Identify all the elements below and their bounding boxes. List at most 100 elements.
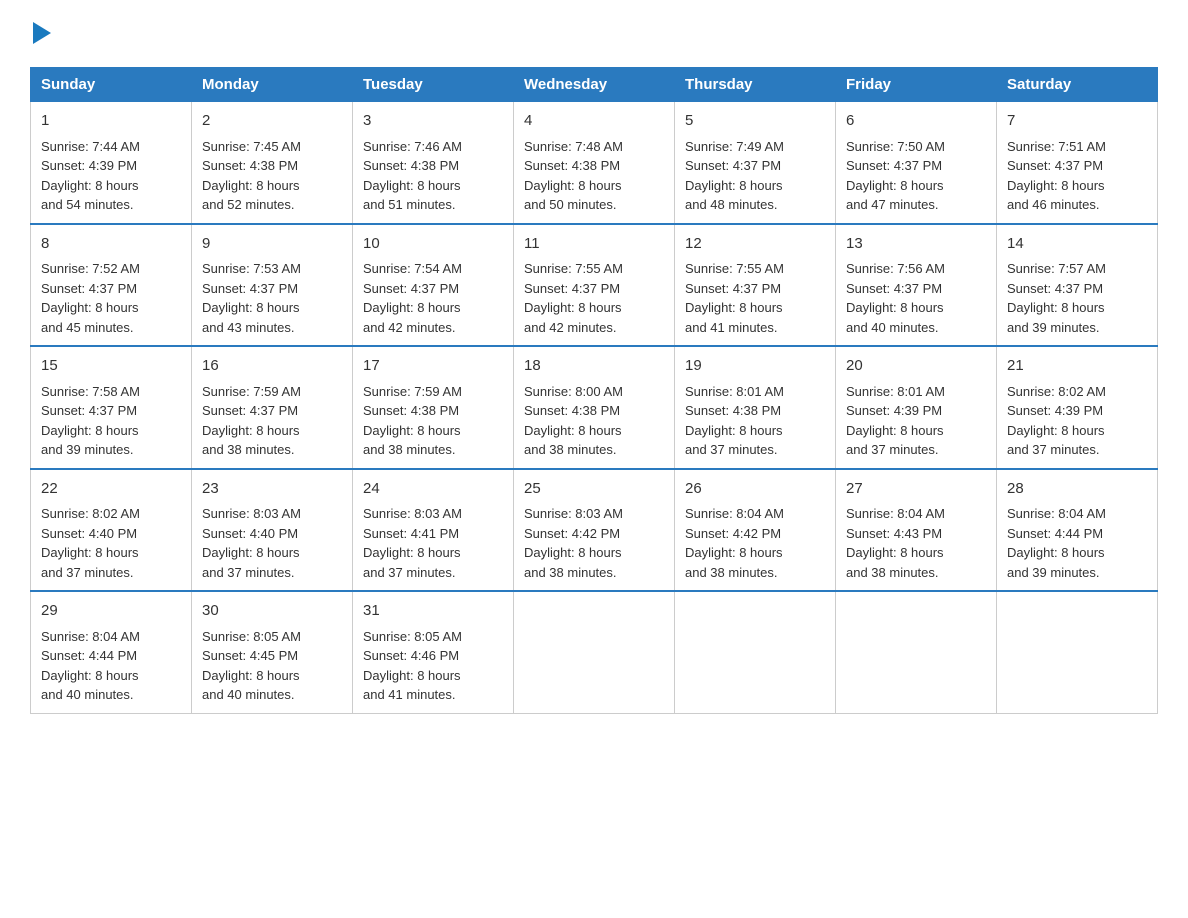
calendar-cell: 23 Sunrise: 8:03 AMSunset: 4:40 PMDaylig…: [192, 469, 353, 592]
day-info: Sunrise: 8:01 AMSunset: 4:38 PMDaylight:…: [685, 384, 784, 458]
day-number: 24: [363, 478, 503, 501]
day-number: 22: [41, 478, 181, 501]
day-number: 30: [202, 600, 342, 623]
calendar-cell: 10 Sunrise: 7:54 AMSunset: 4:37 PMDaylig…: [353, 224, 514, 347]
calendar-cell: 1 Sunrise: 7:44 AMSunset: 4:39 PMDayligh…: [31, 102, 192, 224]
day-info: Sunrise: 8:05 AMSunset: 4:46 PMDaylight:…: [363, 629, 462, 703]
day-info: Sunrise: 7:46 AMSunset: 4:38 PMDaylight:…: [363, 139, 462, 213]
calendar-cell: 7 Sunrise: 7:51 AMSunset: 4:37 PMDayligh…: [997, 102, 1158, 224]
day-info: Sunrise: 7:58 AMSunset: 4:37 PMDaylight:…: [41, 384, 140, 458]
day-info: Sunrise: 7:55 AMSunset: 4:37 PMDaylight:…: [685, 261, 784, 335]
logo-triangle-icon: [33, 22, 51, 44]
calendar-cell: [836, 591, 997, 713]
day-info: Sunrise: 8:04 AMSunset: 4:43 PMDaylight:…: [846, 506, 945, 580]
day-number: 20: [846, 355, 986, 378]
day-info: Sunrise: 7:56 AMSunset: 4:37 PMDaylight:…: [846, 261, 945, 335]
day-number: 2: [202, 110, 342, 133]
day-number: 11: [524, 233, 664, 256]
calendar-cell: 27 Sunrise: 8:04 AMSunset: 4:43 PMDaylig…: [836, 469, 997, 592]
calendar-cell: 8 Sunrise: 7:52 AMSunset: 4:37 PMDayligh…: [31, 224, 192, 347]
day-number: 8: [41, 233, 181, 256]
day-info: Sunrise: 8:03 AMSunset: 4:41 PMDaylight:…: [363, 506, 462, 580]
calendar-cell: 3 Sunrise: 7:46 AMSunset: 4:38 PMDayligh…: [353, 102, 514, 224]
day-info: Sunrise: 7:52 AMSunset: 4:37 PMDaylight:…: [41, 261, 140, 335]
day-info: Sunrise: 8:04 AMSunset: 4:44 PMDaylight:…: [1007, 506, 1106, 580]
calendar-cell: 5 Sunrise: 7:49 AMSunset: 4:37 PMDayligh…: [675, 102, 836, 224]
calendar-header-friday: Friday: [836, 68, 997, 102]
day-info: Sunrise: 7:45 AMSunset: 4:38 PMDaylight:…: [202, 139, 301, 213]
day-info: Sunrise: 8:03 AMSunset: 4:40 PMDaylight:…: [202, 506, 301, 580]
calendar-week-row: 1 Sunrise: 7:44 AMSunset: 4:39 PMDayligh…: [31, 102, 1158, 224]
day-number: 14: [1007, 233, 1147, 256]
day-info: Sunrise: 8:05 AMSunset: 4:45 PMDaylight:…: [202, 629, 301, 703]
calendar-cell: 17 Sunrise: 7:59 AMSunset: 4:38 PMDaylig…: [353, 346, 514, 469]
day-info: Sunrise: 8:04 AMSunset: 4:44 PMDaylight:…: [41, 629, 140, 703]
day-number: 10: [363, 233, 503, 256]
day-info: Sunrise: 7:48 AMSunset: 4:38 PMDaylight:…: [524, 139, 623, 213]
calendar-cell: 20 Sunrise: 8:01 AMSunset: 4:39 PMDaylig…: [836, 346, 997, 469]
day-info: Sunrise: 7:57 AMSunset: 4:37 PMDaylight:…: [1007, 261, 1106, 335]
calendar-cell: 14 Sunrise: 7:57 AMSunset: 4:37 PMDaylig…: [997, 224, 1158, 347]
day-info: Sunrise: 7:59 AMSunset: 4:38 PMDaylight:…: [363, 384, 462, 458]
calendar-week-row: 29 Sunrise: 8:04 AMSunset: 4:44 PMDaylig…: [31, 591, 1158, 713]
day-info: Sunrise: 7:49 AMSunset: 4:37 PMDaylight:…: [685, 139, 784, 213]
calendar-cell: 12 Sunrise: 7:55 AMSunset: 4:37 PMDaylig…: [675, 224, 836, 347]
calendar-cell: 13 Sunrise: 7:56 AMSunset: 4:37 PMDaylig…: [836, 224, 997, 347]
day-number: 7: [1007, 110, 1147, 133]
calendar-cell: 9 Sunrise: 7:53 AMSunset: 4:37 PMDayligh…: [192, 224, 353, 347]
calendar-header-sunday: Sunday: [31, 68, 192, 102]
calendar-cell: 28 Sunrise: 8:04 AMSunset: 4:44 PMDaylig…: [997, 469, 1158, 592]
calendar-cell: 15 Sunrise: 7:58 AMSunset: 4:37 PMDaylig…: [31, 346, 192, 469]
day-number: 5: [685, 110, 825, 133]
day-number: 13: [846, 233, 986, 256]
day-number: 31: [363, 600, 503, 623]
calendar-header-wednesday: Wednesday: [514, 68, 675, 102]
day-number: 19: [685, 355, 825, 378]
day-info: Sunrise: 7:44 AMSunset: 4:39 PMDaylight:…: [41, 139, 140, 213]
calendar-cell: 11 Sunrise: 7:55 AMSunset: 4:37 PMDaylig…: [514, 224, 675, 347]
calendar-cell: 22 Sunrise: 8:02 AMSunset: 4:40 PMDaylig…: [31, 469, 192, 592]
calendar-cell: [675, 591, 836, 713]
calendar-cell: 21 Sunrise: 8:02 AMSunset: 4:39 PMDaylig…: [997, 346, 1158, 469]
calendar-table: SundayMondayTuesdayWednesdayThursdayFrid…: [30, 67, 1158, 714]
day-number: 28: [1007, 478, 1147, 501]
calendar-cell: 31 Sunrise: 8:05 AMSunset: 4:46 PMDaylig…: [353, 591, 514, 713]
day-number: 1: [41, 110, 181, 133]
calendar-cell: 4 Sunrise: 7:48 AMSunset: 4:38 PMDayligh…: [514, 102, 675, 224]
page-header: [30, 20, 1158, 47]
day-info: Sunrise: 8:03 AMSunset: 4:42 PMDaylight:…: [524, 506, 623, 580]
calendar-cell: [514, 591, 675, 713]
day-number: 9: [202, 233, 342, 256]
day-info: Sunrise: 8:00 AMSunset: 4:38 PMDaylight:…: [524, 384, 623, 458]
day-info: Sunrise: 7:54 AMSunset: 4:37 PMDaylight:…: [363, 261, 462, 335]
day-info: Sunrise: 7:50 AMSunset: 4:37 PMDaylight:…: [846, 139, 945, 213]
calendar-week-row: 8 Sunrise: 7:52 AMSunset: 4:37 PMDayligh…: [31, 224, 1158, 347]
calendar-cell: 26 Sunrise: 8:04 AMSunset: 4:42 PMDaylig…: [675, 469, 836, 592]
calendar-cell: 25 Sunrise: 8:03 AMSunset: 4:42 PMDaylig…: [514, 469, 675, 592]
day-info: Sunrise: 8:01 AMSunset: 4:39 PMDaylight:…: [846, 384, 945, 458]
day-info: Sunrise: 7:51 AMSunset: 4:37 PMDaylight:…: [1007, 139, 1106, 213]
day-info: Sunrise: 8:04 AMSunset: 4:42 PMDaylight:…: [685, 506, 784, 580]
calendar-cell: 29 Sunrise: 8:04 AMSunset: 4:44 PMDaylig…: [31, 591, 192, 713]
calendar-cell: 19 Sunrise: 8:01 AMSunset: 4:38 PMDaylig…: [675, 346, 836, 469]
day-number: 25: [524, 478, 664, 501]
day-info: Sunrise: 7:55 AMSunset: 4:37 PMDaylight:…: [524, 261, 623, 335]
calendar-cell: 30 Sunrise: 8:05 AMSunset: 4:45 PMDaylig…: [192, 591, 353, 713]
calendar-header-row: SundayMondayTuesdayWednesdayThursdayFrid…: [31, 68, 1158, 102]
day-number: 3: [363, 110, 503, 133]
logo: [30, 20, 51, 47]
day-number: 21: [1007, 355, 1147, 378]
calendar-cell: 2 Sunrise: 7:45 AMSunset: 4:38 PMDayligh…: [192, 102, 353, 224]
day-number: 29: [41, 600, 181, 623]
day-info: Sunrise: 7:53 AMSunset: 4:37 PMDaylight:…: [202, 261, 301, 335]
day-number: 16: [202, 355, 342, 378]
calendar-header-thursday: Thursday: [675, 68, 836, 102]
day-number: 27: [846, 478, 986, 501]
day-number: 18: [524, 355, 664, 378]
calendar-cell: 24 Sunrise: 8:03 AMSunset: 4:41 PMDaylig…: [353, 469, 514, 592]
day-number: 23: [202, 478, 342, 501]
day-number: 26: [685, 478, 825, 501]
day-number: 6: [846, 110, 986, 133]
calendar-cell: 6 Sunrise: 7:50 AMSunset: 4:37 PMDayligh…: [836, 102, 997, 224]
calendar-cell: 16 Sunrise: 7:59 AMSunset: 4:37 PMDaylig…: [192, 346, 353, 469]
